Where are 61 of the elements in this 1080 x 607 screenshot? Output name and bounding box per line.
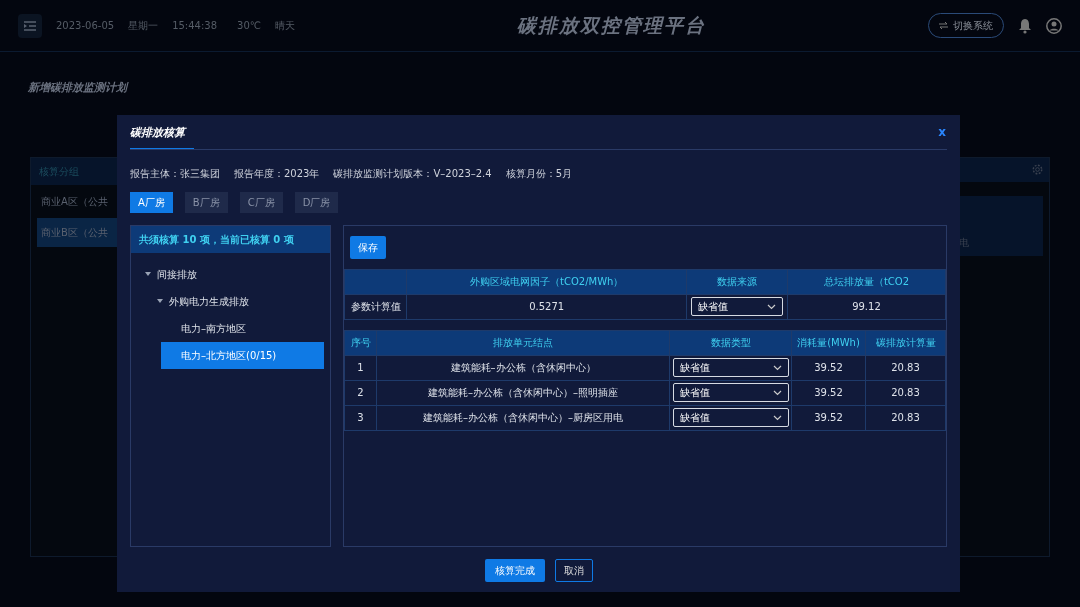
table-cell: 99.12: [787, 294, 946, 319]
save-button[interactable]: 保存: [350, 235, 386, 259]
table-header: 数据类型: [669, 330, 792, 355]
app-title: 碳排放双控管理平台: [517, 13, 706, 39]
table-cell: 参数计算值: [344, 294, 407, 319]
tree-node[interactable]: 电力–北方地区(0/15): [161, 341, 324, 369]
close-button[interactable]: x: [938, 123, 946, 141]
chevron-down-icon: [767, 303, 777, 310]
info-text: 碳排放监测计划版本：V–2023–2.4: [333, 166, 492, 181]
confirm-button[interactable]: 核算完成: [484, 559, 545, 582]
data-type-select[interactable]: 缺省值: [672, 383, 789, 402]
chevron-down-icon: [772, 364, 782, 371]
weather-text: 晴天: [275, 19, 295, 33]
table-cell: 20.83: [865, 405, 946, 430]
page-title: 新增碳排放监测计划: [27, 80, 130, 96]
tab[interactable]: C厂房: [239, 191, 283, 213]
table-cell: 建筑能耗–办公栋（含休闲中心）–厨房区用电: [376, 405, 670, 430]
table-header: 碳排放计算量: [865, 330, 946, 355]
user-avatar-icon[interactable]: [1046, 17, 1062, 34]
table-cell: 建筑能耗–办公栋（含休闲中心）–照明插座: [376, 380, 670, 405]
bell-icon[interactable]: [1018, 17, 1032, 34]
tab[interactable]: A厂房: [130, 191, 173, 213]
table-header: 外购区域电网因子（tCO2/MWh）: [406, 269, 687, 294]
table-header: 数据来源: [686, 269, 788, 294]
date-text: 2023-06-05: [56, 19, 115, 33]
table-cell: 20.83: [865, 355, 946, 380]
table-cell: 0.5271: [406, 294, 687, 319]
info-text: 核算月份：5月: [505, 166, 573, 181]
tree-node[interactable]: 间接排放: [137, 260, 324, 288]
table-cell: 1: [344, 355, 377, 380]
table-cell: 39.52: [791, 380, 866, 405]
summary-text: 共须核算 10 项，当前已核算 0 项: [131, 225, 330, 253]
tree-node[interactable]: 电力–南方地区: [161, 314, 324, 342]
table-header: 序号: [344, 330, 377, 355]
table-cell: 39.52: [791, 405, 866, 430]
table-header: 总坛排放量（tCO2: [787, 269, 946, 294]
data-type-select[interactable]: 缺省值: [672, 408, 789, 427]
table-cell: 建筑能耗–办公栋（含休闲中心）: [376, 355, 670, 380]
chevron-down-icon: [772, 389, 782, 396]
dialog-title: 碳排放核算: [130, 125, 194, 150]
chevron-down-icon: [772, 414, 782, 421]
caret-icon: [145, 272, 151, 276]
temperature-text: 30℃: [237, 19, 261, 33]
cancel-button[interactable]: 取消: [554, 559, 593, 582]
table-cell: 3: [344, 405, 377, 430]
table-header: 排放单元结点: [376, 330, 670, 355]
table-cell: 39.52: [791, 355, 866, 380]
table-cell: 2: [344, 380, 377, 405]
menu-button[interactable]: [18, 13, 42, 38]
table-cell: 20.83: [865, 380, 946, 405]
menu-icon: [24, 20, 36, 31]
data-type-select[interactable]: 缺省值: [672, 358, 789, 377]
info-text: 报告主体：张三集团: [130, 166, 220, 181]
tab[interactable]: D厂房: [294, 191, 339, 213]
tab[interactable]: B厂房: [184, 191, 228, 213]
tree-node[interactable]: 外购电力生成排放: [149, 287, 324, 315]
table-header: 消耗量(MWh): [791, 330, 866, 355]
time-text: 15:44:38: [172, 19, 218, 33]
data-source-select[interactable]: 缺省值: [690, 297, 784, 316]
swap-arrows-icon: [939, 22, 948, 29]
caret-icon: [157, 299, 163, 303]
